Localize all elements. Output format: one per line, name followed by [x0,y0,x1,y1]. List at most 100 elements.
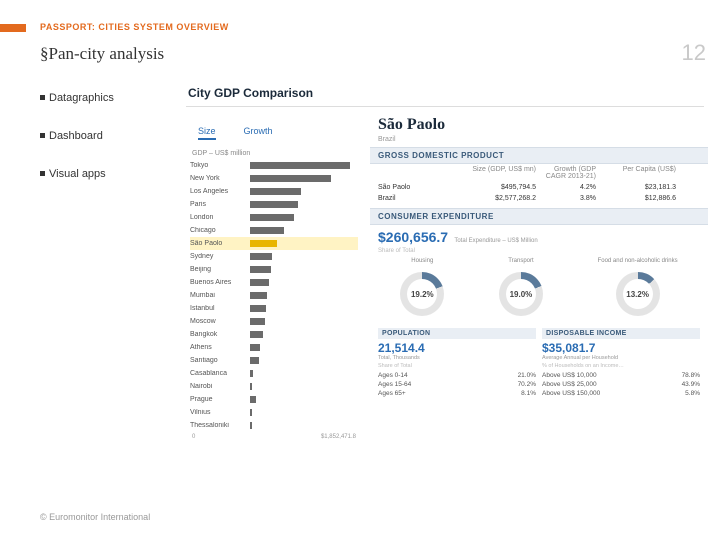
city-bar [250,370,253,377]
city-bar [250,344,260,351]
city-bar [250,396,256,403]
city-bar-label: Nairobi [190,383,250,390]
gdp-percap-value: $23,181.3 [596,184,676,191]
stat-key: Above US$ 150,000 [542,390,600,397]
city-bar-row[interactable]: Bangkok [190,328,358,341]
city-bar-row[interactable]: Casablanca [190,367,358,380]
gdp-percap-value: $12,886.6 [596,195,676,202]
accent-tab [0,24,26,32]
ring-label: Food and non-alcoholic drinks [598,258,678,270]
city-bar-row[interactable]: Thessaloniki [190,419,358,432]
ring-chart: 13.2% [616,272,660,316]
stat-row: Above US$ 25,00043.9% [542,380,700,389]
city-bar-row[interactable]: Paris [190,198,358,211]
city-bar-row[interactable]: Istanbul [190,302,358,315]
dashboard-panel: City GDP Comparison Size Growth GDP – US… [182,82,708,504]
income-header: DISPOSABLE INCOME [542,328,700,339]
ring-item: Transport19.0% [499,258,543,316]
gdp-row-label: Brazil [378,195,456,202]
city-bar-label: Istanbul [190,305,250,312]
city-bar [250,292,267,299]
stat-value: 78.8% [682,372,700,379]
x-axis-ticks: 0 $1,852,471.8 [182,432,366,440]
tab-size[interactable]: Size [198,126,216,140]
ring-item: Food and non-alcoholic drinks 13.2% [598,258,678,316]
city-bar [250,331,263,338]
stat-key: Ages 65+ [378,390,406,397]
city-bar-label: Beijing [190,266,250,273]
city-bar [250,305,266,312]
bullet-sidebar: Datagraphics Dashboard Visual apps [40,92,160,206]
income-rows: Above US$ 10,000 78.8%Above US$ 25,00043.… [542,371,700,398]
city-bar-row[interactable]: Athens [190,341,358,354]
city-bar-row[interactable]: São Paolo [190,237,358,250]
square-bullet-icon [40,95,45,100]
city-bar-list: Tokyo New York Los AngelesParis London Chica… [182,159,366,432]
stat-row: Ages 0-1421.0% [378,371,536,380]
sidebar-item-datagraphics: Datagraphics [40,92,160,104]
axis-label: GDP – US$ million [182,144,366,159]
tab-growth[interactable]: Growth [244,126,273,140]
city-bar [250,253,272,260]
sidebar-item-label: Visual apps [49,168,106,180]
gdp-size-value: $495,794.5 [456,184,536,191]
city-bar-label: Santiago [190,357,250,364]
square-bullet-icon [40,133,45,138]
consumer-sub: Total Expenditure – US$ Million [454,238,537,244]
gdp-col-size: Size (GDP, US$ mn) [456,166,536,180]
city-bar-row[interactable]: Sydney [190,250,358,263]
city-bar [250,162,350,169]
section-gdp: GROSS DOMESTIC PRODUCT [370,147,708,164]
population-share-label: Share of Total [378,361,536,371]
city-bar-label: London [190,214,250,221]
sidebar-item-label: Dashboard [49,130,103,142]
city-bar-row[interactable]: Moscow [190,315,358,328]
gdp-row-label: São Paolo [378,184,456,191]
city-bar-row[interactable]: Prague [190,393,358,406]
city-bar [250,279,269,286]
city-bar-label: Tokyo [190,162,250,169]
selected-country: Brazil [370,136,708,147]
city-bar-row[interactable]: Buenos Aires [190,276,358,289]
city-bar-row[interactable]: New York [190,172,358,185]
ring-pct: 19.2% [411,290,434,299]
city-bar-row[interactable]: Mumbai [190,289,358,302]
stat-key: Above US$ 10,000 [542,372,597,379]
stat-key: Ages 15-64 [378,381,411,388]
x-tick: 0 [192,434,195,440]
city-bar-row[interactable]: Chicago [190,224,358,237]
city-bar-label: New York [190,175,250,182]
city-bar-row[interactable]: London [190,211,358,224]
stat-row: Above US$ 150,0005.8% [542,389,700,398]
city-bar-row[interactable]: Santiago [190,354,358,367]
divider [186,106,704,107]
ring-pct: 19.0% [510,290,533,299]
city-bar-row[interactable]: Tokyo [190,159,358,172]
consumer-total: $260,656.7 [378,229,448,245]
population-rows: Ages 0-1421.0%Ages 15-6470.2%Ages 65+8.1… [378,371,536,398]
selected-city-name: São Paolo [378,116,445,134]
ring-pct: 13.2% [626,290,649,299]
city-bar [250,318,265,325]
city-bar [250,240,277,247]
stat-row: Ages 65+8.1% [378,389,536,398]
gdp-size-value: $2,577,268.2 [456,195,536,202]
city-bar-row[interactable]: Vilnius [190,406,358,419]
city-bar [250,422,252,429]
page-number: 12 [682,40,706,66]
city-bar-label: Thessaloniki [190,422,250,429]
section-consumer: CONSUMER EXPENDITURE [370,208,708,225]
city-bar-row[interactable]: Beijing [190,263,358,276]
city-bar-label: Chicago [190,227,250,234]
gdp-growth-value: 4.2% [536,184,596,191]
gdp-col-blank [378,166,456,180]
ring-item: Housing 19.2% [400,258,444,316]
ring-label: Housing [400,258,444,270]
population-header: POPULATION [378,328,536,339]
city-detail-panel: São Paolo Brazil GROSS DOMESTIC PRODUCT … [370,116,708,398]
city-bar [250,266,271,273]
city-bar-label: Bangkok [190,331,250,338]
city-bar-row[interactable]: Los Angeles [190,185,358,198]
city-bar-row[interactable]: Nairobi [190,380,358,393]
stat-key: Above US$ 25,000 [542,381,597,388]
